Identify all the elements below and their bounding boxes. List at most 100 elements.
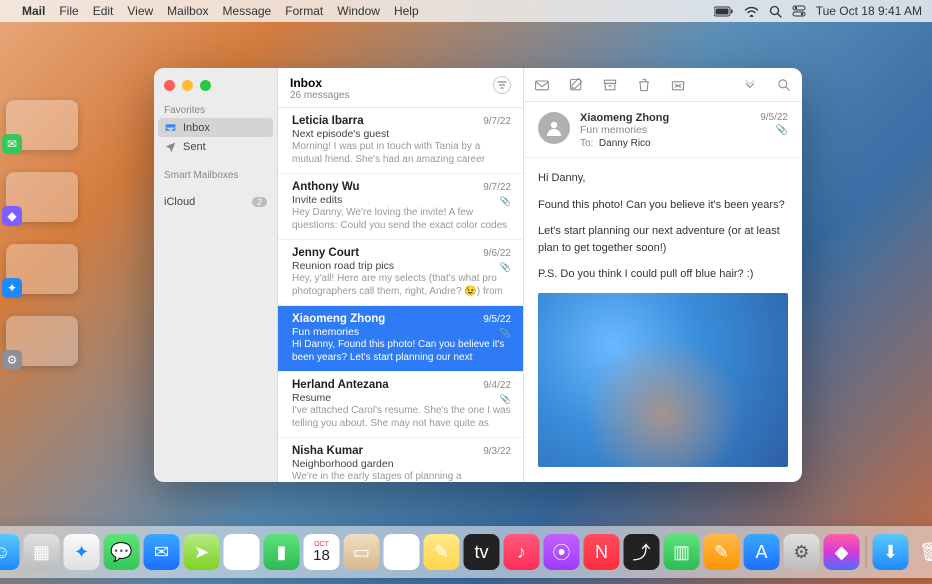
message-row[interactable]: Anthony Wu9/7/22Invite editsHey Danny, W…: [278, 174, 523, 240]
stage-thumb-messages[interactable]: ✉︎: [6, 100, 78, 150]
attachment-icon: 📎: [500, 196, 511, 207]
dock-launchpad[interactable]: ▦: [24, 534, 60, 570]
menu-help[interactable]: Help: [394, 4, 419, 18]
sidebar-section-smart: Smart Mailboxes: [154, 166, 277, 183]
dock-messages[interactable]: 💬: [104, 534, 140, 570]
dock-news[interactable]: N: [584, 534, 620, 570]
message-preview: Hi Danny, Found this photo! Can you beli…: [292, 339, 511, 364]
body-line: P.S. Do you think I could pull off blue …: [538, 266, 788, 283]
sidebar-sent-label: Sent: [183, 141, 206, 153]
zoom-button[interactable]: [200, 80, 211, 91]
message-date: 9/4/22: [483, 380, 511, 391]
dock-shortcuts[interactable]: ◆: [824, 534, 860, 570]
message-list-header: Inbox 26 messages: [278, 68, 523, 108]
message-sender: Leticia Ibarra: [292, 115, 364, 127]
message-preview: Hey Danny, We're loving the invite! A fe…: [292, 207, 511, 232]
dock-stocks[interactable]: ⤴: [624, 534, 660, 570]
message-subject: Fun memories: [292, 326, 511, 338]
menu-message[interactable]: Message: [223, 4, 272, 18]
dock-pages[interactable]: ✎: [704, 534, 740, 570]
stage-thumb-safari[interactable]: ✦: [6, 244, 78, 294]
dock-photos[interactable]: ❀: [224, 534, 260, 570]
control-center-icon[interactable]: [792, 5, 806, 17]
message-subject: Reunion road trip pics: [292, 260, 511, 272]
archive-icon[interactable]: [602, 77, 618, 93]
dock-safari[interactable]: ✦: [64, 534, 100, 570]
menu-view[interactable]: View: [127, 4, 153, 18]
menu-format[interactable]: Format: [285, 4, 323, 18]
message-subject: Resume: [292, 392, 511, 404]
dock-mail[interactable]: ✉︎: [144, 534, 180, 570]
wifi-icon[interactable]: [744, 6, 759, 17]
message-preview: We're in the early stages of planning a …: [292, 471, 511, 482]
dock-music[interactable]: ♪: [504, 534, 540, 570]
message-row[interactable]: Nisha Kumar9/3/22Neighborhood gardenWe'r…: [278, 438, 523, 482]
mail-window: Favorites Inbox Sent Smart Mailboxes iCl…: [154, 68, 802, 482]
dock-separator: [866, 535, 867, 569]
sidebar-item-sent[interactable]: Sent: [154, 137, 277, 156]
message-list[interactable]: Leticia Ibarra9/7/22Next episode's guest…: [278, 108, 523, 482]
dock-finder[interactable]: ☺: [0, 534, 20, 570]
sidebar-item-icloud[interactable]: iCloud 2: [154, 193, 277, 211]
dock-facetime[interactable]: ▮: [264, 534, 300, 570]
dock-calendar[interactable]: OCT18: [304, 534, 340, 570]
dock-maps[interactable]: ➤: [184, 534, 220, 570]
dock-settings[interactable]: ⚙: [784, 534, 820, 570]
dock-appstore[interactable]: A: [744, 534, 780, 570]
reader-to-name: Danny Rico: [599, 138, 651, 149]
sidebar-item-inbox[interactable]: Inbox: [158, 118, 273, 137]
trash-icon[interactable]: [636, 77, 652, 93]
attached-photo[interactable]: [538, 293, 788, 467]
shortcuts-icon: ◆: [2, 206, 22, 226]
reader-subject: Fun memories: [580, 124, 750, 136]
menubar-app-name[interactable]: Mail: [22, 4, 45, 18]
menubar-datetime[interactable]: Tue Oct 18 9:41 AM: [816, 4, 922, 18]
close-button[interactable]: [164, 80, 175, 91]
menu-mailbox[interactable]: Mailbox: [167, 4, 208, 18]
dock-tv[interactable]: tv: [464, 534, 500, 570]
inbox-icon: [164, 121, 177, 134]
reader-header: Xiaomeng Zhong Fun memories To: Danny Ri…: [524, 102, 802, 158]
junk-icon[interactable]: [670, 77, 686, 93]
reader-body[interactable]: Hi Danny, Found this photo! Can you beli…: [524, 158, 802, 479]
sent-icon: [164, 140, 177, 153]
minimize-button[interactable]: [182, 80, 193, 91]
message-row[interactable]: Herland Antezana 9/4/22ResumeI've attache…: [278, 372, 523, 438]
menu-edit[interactable]: Edit: [93, 4, 114, 18]
message-date: 9/6/22: [483, 248, 511, 259]
battery-icon[interactable]: [714, 6, 734, 17]
compose-icon[interactable]: [568, 77, 584, 93]
dock-numbers[interactable]: ▥: [664, 534, 700, 570]
message-date: 9/7/22: [483, 182, 511, 193]
mail-sidebar: Favorites Inbox Sent Smart Mailboxes iCl…: [154, 68, 278, 482]
more-icon[interactable]: [742, 77, 758, 93]
messages-icon: ✉︎: [2, 134, 22, 154]
dock-trash[interactable]: 🗑: [913, 534, 932, 570]
message-row[interactable]: Xiaomeng Zhong9/5/22Fun memoriesHi Danny…: [278, 306, 523, 372]
reader-from: Xiaomeng Zhong: [580, 112, 750, 124]
dock-reminders[interactable]: ☰: [384, 534, 420, 570]
stage-thumb-shortcuts[interactable]: ◆: [6, 172, 78, 222]
message-row[interactable]: Jenny Court9/6/22Reunion road trip picsH…: [278, 240, 523, 306]
search-icon[interactable]: [776, 77, 792, 93]
message-subject: Invite edits: [292, 194, 511, 206]
message-subject: Neighborhood garden: [292, 458, 511, 470]
envelope-icon[interactable]: [534, 77, 550, 93]
message-row[interactable]: Leticia Ibarra9/7/22Next episode's guest…: [278, 108, 523, 174]
spotlight-icon[interactable]: [769, 5, 782, 18]
menu-file[interactable]: File: [59, 4, 78, 18]
menu-window[interactable]: Window: [337, 4, 380, 18]
dock-downloads[interactable]: ⬇: [873, 534, 909, 570]
message-sender: Herland Antezana: [292, 379, 389, 391]
message-preview: Hey, y'all! Here are my selects (that's …: [292, 273, 511, 298]
filter-button[interactable]: [493, 76, 511, 94]
message-preview: I've attached Carol's resume. She's the …: [292, 405, 511, 430]
dock: ☺ ▦ ✦ 💬 ✉︎ ➤ ❀ ▮ OCT18 ▭ ☰ ✎ tv ♪ ⦿ N ⤴ …: [0, 526, 932, 578]
dock-contacts[interactable]: ▭: [344, 534, 380, 570]
safari-icon: ✦: [2, 278, 22, 298]
avatar: [538, 112, 570, 144]
attachment-icon: 📎: [500, 328, 511, 339]
dock-podcasts[interactable]: ⦿: [544, 534, 580, 570]
dock-notes[interactable]: ✎: [424, 534, 460, 570]
stage-thumb-settings[interactable]: ⚙: [6, 316, 78, 366]
